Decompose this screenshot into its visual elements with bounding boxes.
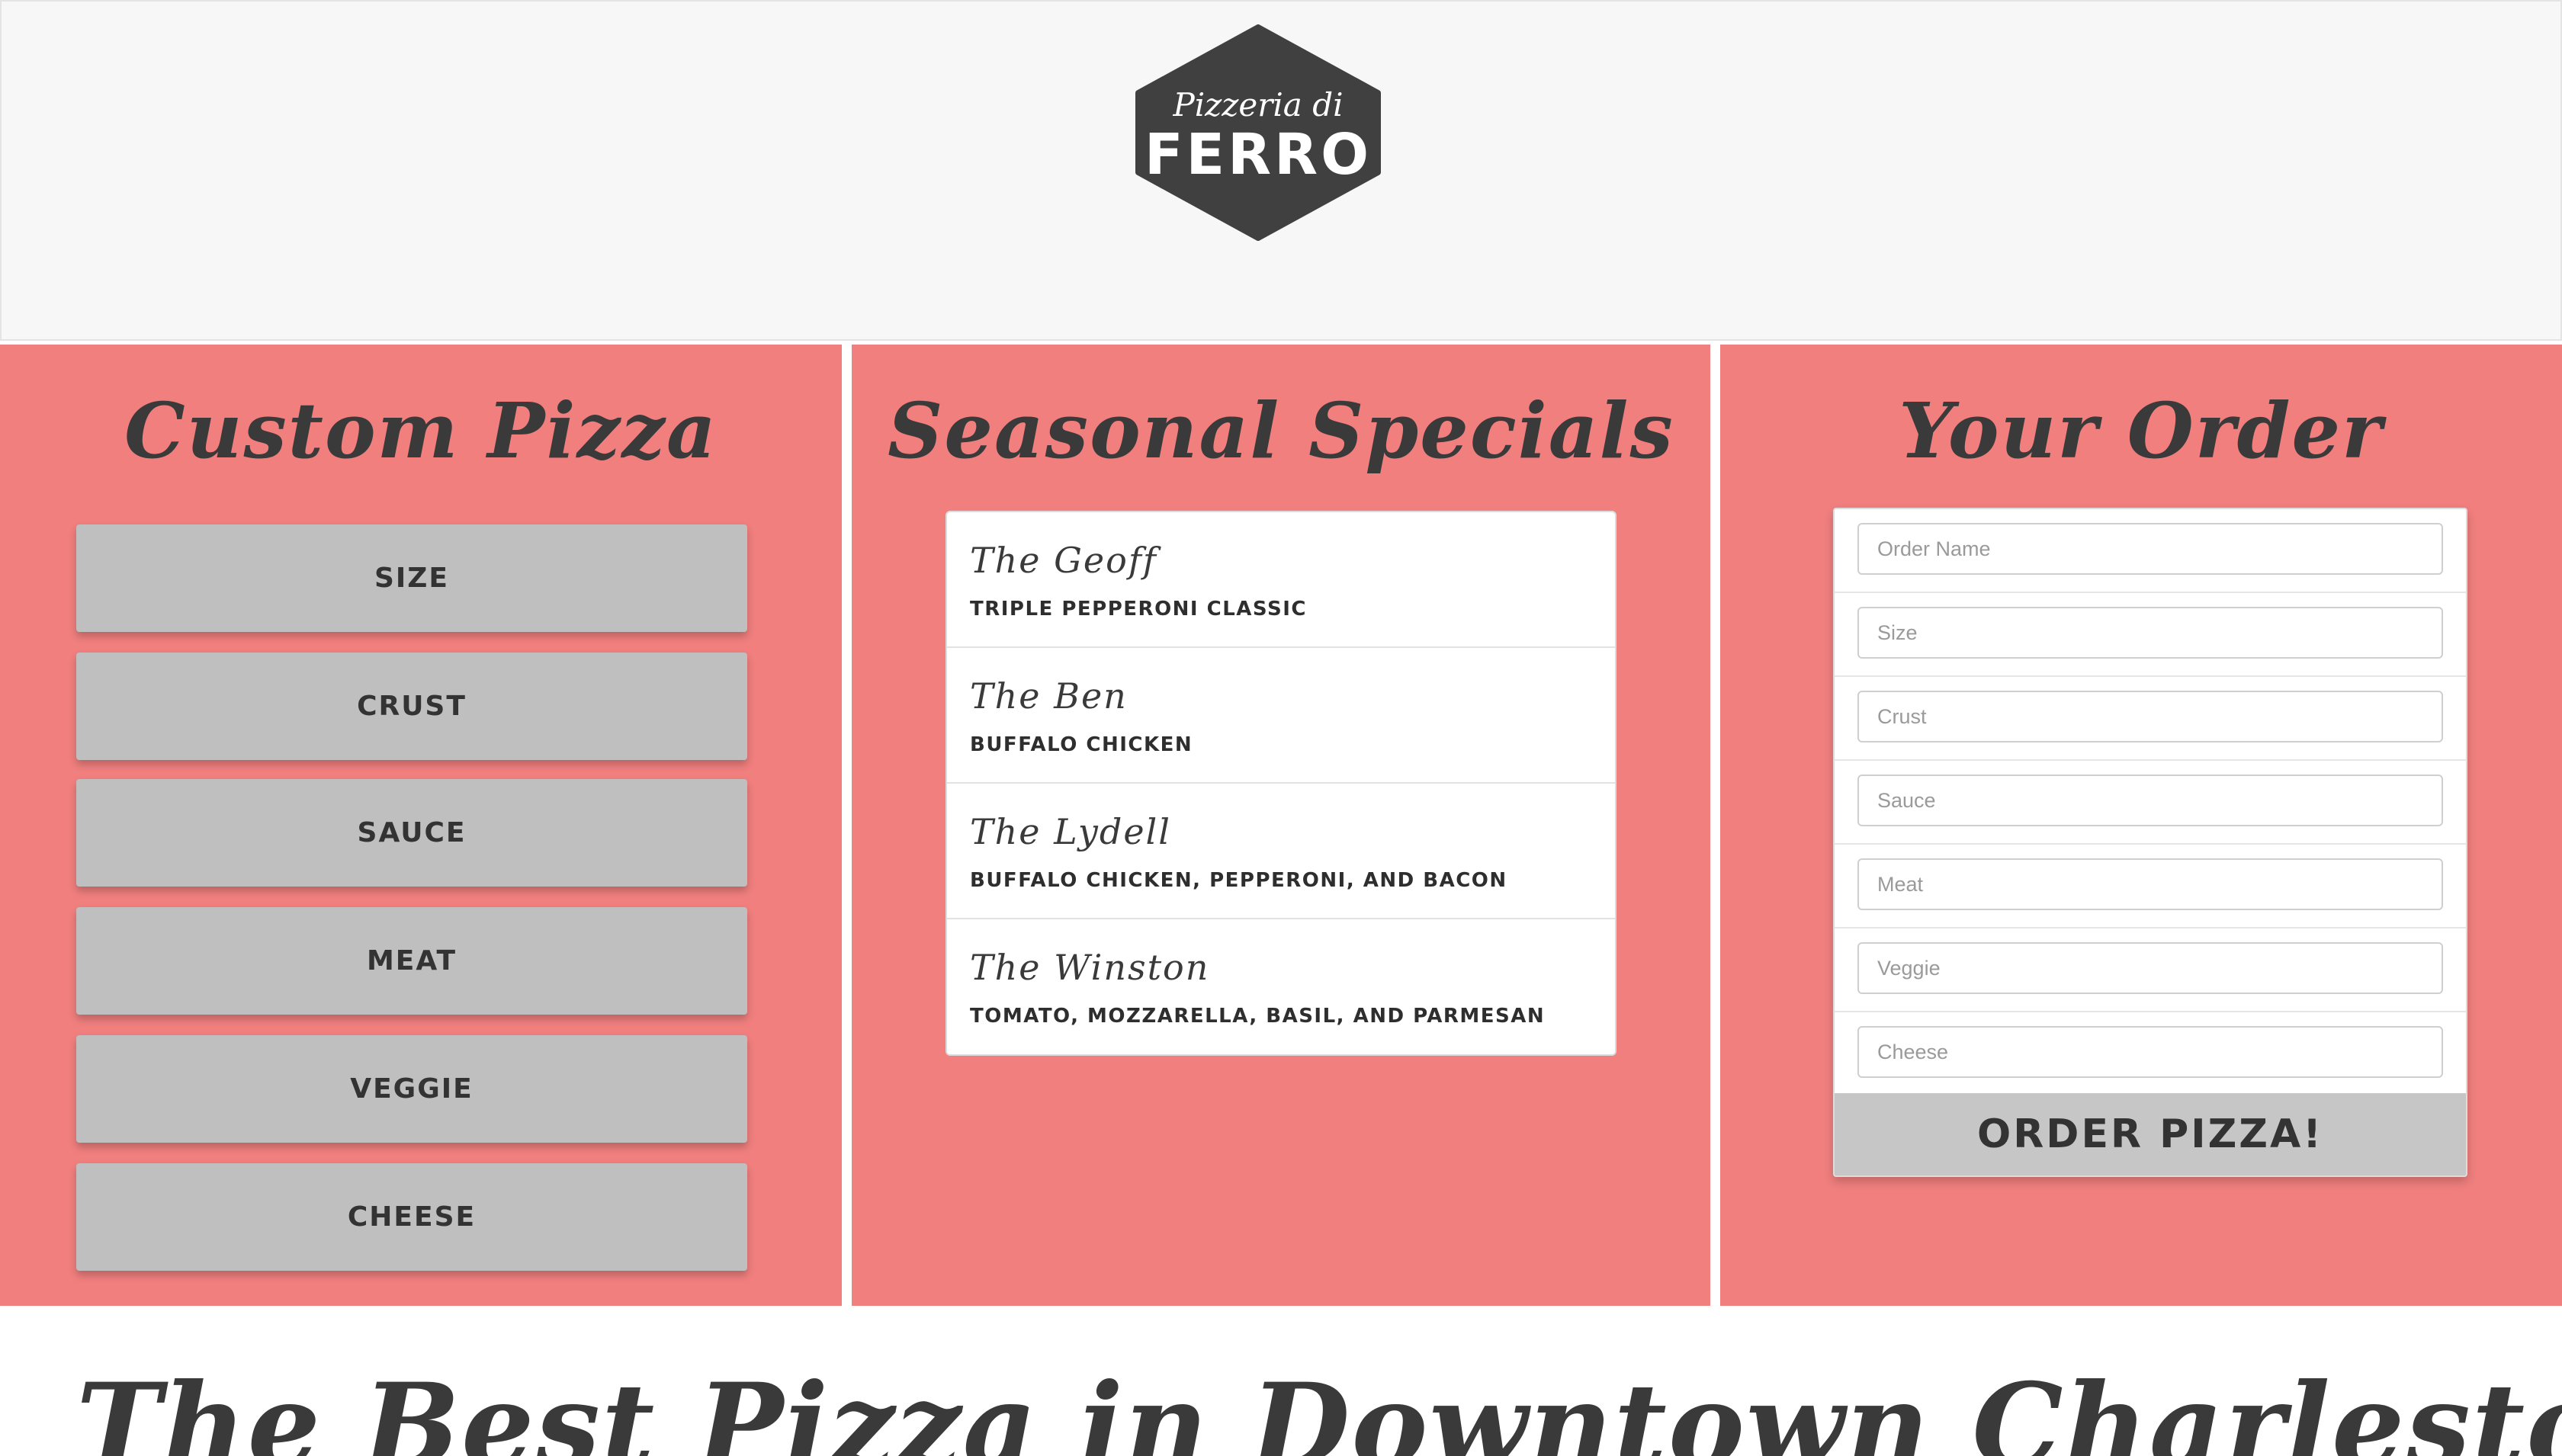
special-item-lydell[interactable]: The Lydell BUFFALO CHICKEN, PEPPERONI, A… bbox=[947, 784, 1615, 919]
meat-input[interactable] bbox=[1857, 858, 2443, 910]
cheese-button[interactable]: CHEESE bbox=[76, 1163, 747, 1271]
seasonal-specials-panel: Seasonal Specials The Geoff TRIPLE PEPPE… bbox=[852, 345, 1710, 1306]
special-item-geoff[interactable]: The Geoff TRIPLE PEPPERONI CLASSIC bbox=[947, 512, 1615, 648]
veggie-row bbox=[1835, 928, 2466, 1012]
hexagon-logo-icon: Pizzeria di FERRO bbox=[1135, 24, 1381, 241]
special-description: TOMATO, MOZZARELLA, BASIL, AND PARMESAN bbox=[970, 1005, 1546, 1028]
your-order-panel: Your Order ORDER PIZZA! bbox=[1720, 345, 2562, 1306]
sauce-button[interactable]: SAUCE bbox=[76, 779, 747, 887]
crust-input[interactable] bbox=[1857, 691, 2443, 742]
special-name: The Winston bbox=[970, 947, 1210, 988]
meat-row bbox=[1835, 845, 2466, 928]
size-row bbox=[1835, 593, 2466, 677]
custom-pizza-title: Custom Pizza bbox=[124, 386, 718, 476]
order-name-row bbox=[1835, 509, 2466, 593]
brand-logo[interactable]: Pizzeria di FERRO bbox=[1135, 24, 1381, 241]
meat-button[interactable]: MEAT bbox=[76, 907, 747, 1015]
logo-main-text: FERRO bbox=[1145, 122, 1372, 188]
sauce-row bbox=[1835, 761, 2466, 845]
special-item-winston[interactable]: The Winston TOMATO, MOZZARELLA, BASIL, A… bbox=[947, 919, 1615, 1054]
veggie-input[interactable] bbox=[1857, 942, 2443, 994]
cheese-row bbox=[1835, 1012, 2466, 1096]
seasonal-specials-title: Seasonal Specials bbox=[888, 386, 1674, 476]
custom-pizza-panel: Custom Pizza SIZE CRUST SAUCE MEAT VEGGI… bbox=[0, 345, 842, 1306]
your-order-title: Your Order bbox=[1899, 386, 2384, 476]
special-name: The Geoff bbox=[970, 540, 1157, 581]
special-description: TRIPLE PEPPERONI CLASSIC bbox=[970, 598, 1307, 621]
sauce-input[interactable] bbox=[1857, 775, 2443, 826]
special-item-ben[interactable]: The Ben BUFFALO CHICKEN bbox=[947, 648, 1615, 784]
special-name: The Ben bbox=[970, 675, 1128, 717]
veggie-button[interactable]: VEGGIE bbox=[76, 1035, 747, 1143]
crust-button[interactable]: CRUST bbox=[76, 653, 747, 760]
order-form: ORDER PIZZA! bbox=[1833, 508, 2467, 1177]
order-pizza-button[interactable]: ORDER PIZZA! bbox=[1835, 1093, 2466, 1175]
special-name: The Lydell bbox=[970, 811, 1171, 852]
size-button[interactable]: SIZE bbox=[76, 524, 747, 632]
order-name-input[interactable] bbox=[1857, 523, 2443, 575]
tagline-heading: The Best Pizza in Downtown Charleston bbox=[76, 1358, 2562, 1456]
logo-script-text: Pizzeria di bbox=[1172, 86, 1343, 123]
site-header: Pizzeria di FERRO bbox=[0, 0, 2562, 341]
size-input[interactable] bbox=[1857, 607, 2443, 659]
cheese-input[interactable] bbox=[1857, 1026, 2443, 1078]
special-description: BUFFALO CHICKEN bbox=[970, 733, 1193, 756]
crust-row bbox=[1835, 677, 2466, 761]
specials-list: The Geoff TRIPLE PEPPERONI CLASSIC The B… bbox=[946, 511, 1616, 1056]
special-description: BUFFALO CHICKEN, PEPPERONI, AND BACON bbox=[970, 869, 1507, 892]
